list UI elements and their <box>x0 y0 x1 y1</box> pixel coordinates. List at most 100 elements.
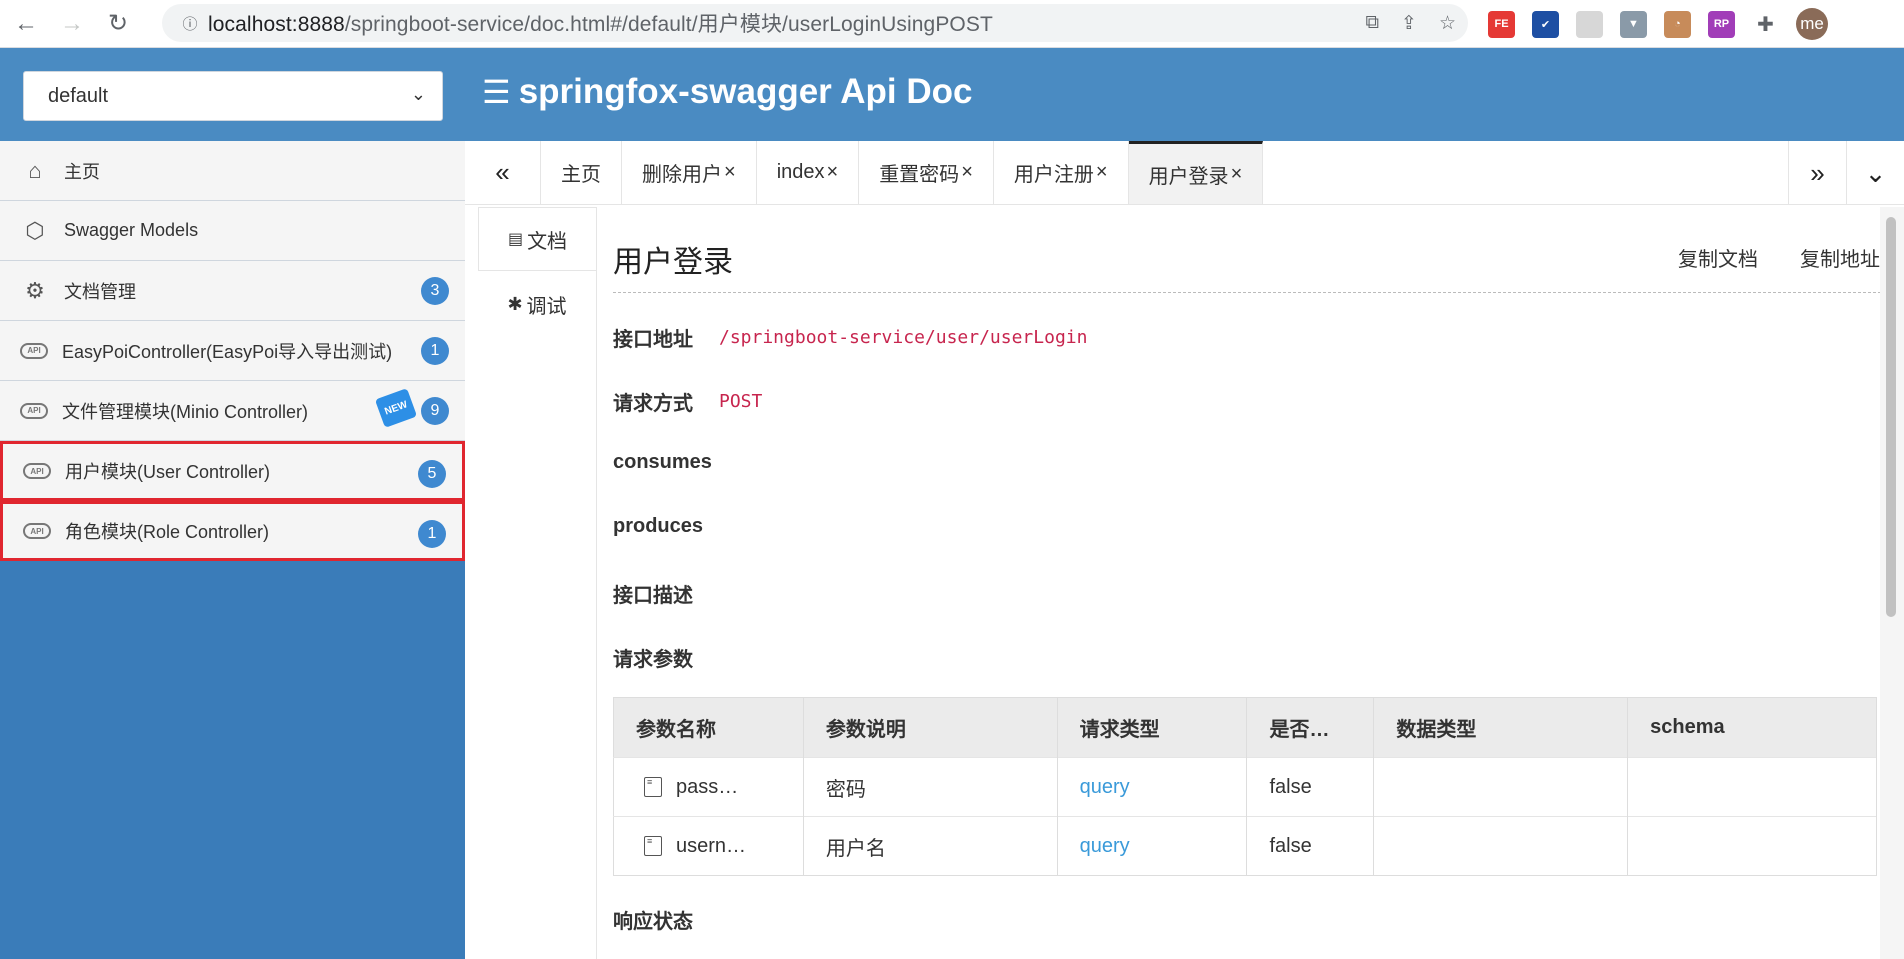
page-title: 用户登录 <box>613 246 733 279</box>
browser-toolbar: ← → ↻ ⓘ localhost:8888/springboot-servic… <box>0 0 1904 48</box>
new-badge: NEW <box>374 388 418 428</box>
table-row: ≡ pass… 密码 query false <box>613 757 1877 817</box>
rp-extension-icon[interactable]: RP <box>1708 10 1735 38</box>
table-cell: ≡ usern… <box>613 816 804 876</box>
table-cell <box>1627 816 1877 876</box>
api-doc-panel: 用户登录 复制文档 复制地址 接口地址 /springboot-service/… <box>596 207 1881 959</box>
address-bar[interactable]: ⓘ localhost:8888/springboot-service/doc.… <box>162 4 1468 42</box>
address-label: 接口地址 <box>613 329 693 351</box>
fe-extension-icon[interactable]: FE <box>1488 10 1515 38</box>
sidebar-item[interactable]: ⚙ 文档管理 3 <box>0 261 465 321</box>
menu-toggle-icon[interactable]: ☰ <box>482 73 511 111</box>
count-badge: 9 <box>421 397 449 425</box>
app-title: ☰ springfox-swagger Api Doc <box>482 72 973 111</box>
divider <box>613 292 1881 293</box>
vue-extension-icon[interactable]: ▼ <box>1620 10 1647 38</box>
api-cloud-icon: API <box>20 342 48 359</box>
tab-close-icon[interactable]: × <box>961 161 973 184</box>
count-badge: 1 <box>421 337 449 365</box>
param-doc-icon: ≡ <box>644 836 662 857</box>
profile-avatar[interactable]: me <box>1796 8 1828 40</box>
column-header[interactable]: 参数名称 <box>613 697 804 758</box>
chevron-down-icon: ⌄ <box>410 84 426 104</box>
sidebar-item[interactable]: API EasyPoiController(EasyPoi导入导出测试) 1 <box>0 321 465 381</box>
sidebar-item[interactable]: API 用户模块(User Controller) 5 <box>0 441 465 501</box>
table-cell[interactable]: query <box>1057 816 1248 876</box>
tab-close-icon[interactable]: × <box>1096 161 1108 184</box>
api-cloud-icon: API <box>23 523 51 539</box>
tab-label: 用户登录 <box>1148 165 1229 188</box>
method-row: 请求方式 POST <box>613 387 762 416</box>
table-cell <box>1373 816 1629 876</box>
tab-item[interactable]: 用户注册 × <box>994 141 1129 204</box>
sidebar-item-label: 用户模块(User Controller) <box>65 462 271 482</box>
tab-close-icon[interactable]: × <box>827 161 839 184</box>
tab-item[interactable]: index × <box>757 141 860 204</box>
site-info-icon[interactable]: ⓘ <box>172 13 208 34</box>
api-cloud-icon: API <box>23 463 51 479</box>
forward-icon[interactable]: → <box>52 4 92 44</box>
url-text[interactable]: localhost:8888/springboot-service/doc.ht… <box>208 8 993 38</box>
tabs-scroll-right-icon[interactable]: » <box>1788 141 1846 205</box>
sidebar-item-label: 文档管理 <box>64 281 136 302</box>
tab-close-icon[interactable]: × <box>1231 163 1243 186</box>
tab-label: 主页 <box>561 164 601 186</box>
translate-icon[interactable]: ⧉ <box>1365 12 1379 34</box>
doc-settings-icon: ⚙ <box>25 277 45 303</box>
tabs-menu-icon[interactable]: ⌄ <box>1846 141 1904 205</box>
sidebar-item[interactable]: ⬡ Swagger Models <box>0 201 465 261</box>
tab-item[interactable]: 删除用户 × <box>622 141 757 204</box>
produces-label: produces <box>613 515 704 537</box>
column-header[interactable]: schema <box>1627 697 1877 758</box>
extensions-puzzle-icon[interactable]: ✚ <box>1752 11 1779 38</box>
check-extension-icon[interactable]: ✔ <box>1532 10 1559 38</box>
sidebar-item-label: 角色模块(Role Controller) <box>65 522 270 542</box>
sidebar-item[interactable]: API 文件管理模块(Minio Controller) NEW 9 <box>0 381 465 441</box>
bookmark-star-icon[interactable]: ☆ <box>1439 12 1456 35</box>
group-select[interactable]: default ⌄ <box>23 71 443 121</box>
param-name: usern… <box>676 834 747 857</box>
scrollbar-thumb[interactable] <box>1886 217 1896 617</box>
table-cell: 用户名 <box>803 816 1058 876</box>
tab-debug[interactable]: ✱ 调试 <box>478 271 596 337</box>
tab-label: 用户注册 <box>1013 164 1094 186</box>
reload-icon[interactable]: ↻ <box>98 4 138 44</box>
table-cell <box>1373 757 1629 817</box>
tab-item[interactable]: 主页 <box>541 141 622 204</box>
column-header[interactable]: 请求类型 <box>1057 697 1248 758</box>
tab-label: 删除用户 <box>642 164 722 186</box>
sidebar-item[interactable]: API 角色模块(Role Controller) 1 <box>0 501 465 561</box>
gray-extension-icon[interactable] <box>1576 10 1603 38</box>
params-table: 参数名称 参数说明 请求类型 是否… 数据类型 schema ≡ pass… 密码 query f… <box>613 697 1877 876</box>
sidebar-item-label: EasyPoiController(EasyPoi导入导出测试) <box>62 341 393 362</box>
tab-label: 重置密码 <box>879 164 960 186</box>
content-scrollbar[interactable] <box>1880 207 1904 959</box>
count-badge: 5 <box>418 460 446 488</box>
tabs-scroll-left-icon[interactable]: « <box>465 141 541 204</box>
copy-url-button[interactable]: 复制地址 <box>1800 243 1880 272</box>
column-header[interactable]: 是否… <box>1246 697 1375 758</box>
tab-item[interactable]: 用户登录 × <box>1128 141 1264 204</box>
column-header[interactable]: 数据类型 <box>1373 697 1629 758</box>
table-cell[interactable]: query <box>1057 757 1248 817</box>
share-icon[interactable]: ⇪ <box>1401 12 1417 35</box>
sidebar-item-label: 主页 <box>64 161 100 182</box>
glasses-extension-icon[interactable]: ◔ <box>1664 10 1691 38</box>
home-icon: ⌂ <box>28 157 42 183</box>
tab-doc[interactable]: ▤ 文档 <box>478 207 596 271</box>
param-name: pass… <box>676 775 739 798</box>
column-header[interactable]: 参数说明 <box>803 697 1058 758</box>
tab-close-icon[interactable]: × <box>724 161 736 184</box>
table-cell: false <box>1246 816 1375 876</box>
params-label: 请求参数 <box>613 649 693 671</box>
sidebar-item-label: 文件管理模块(Minio Controller) <box>62 401 309 422</box>
app-header: default ⌄ ☰ springfox-swagger Api Doc <box>0 48 1904 141</box>
consumes-label: consumes <box>613 451 712 473</box>
table-cell <box>1627 757 1877 817</box>
copy-doc-button[interactable]: 复制文档 <box>1678 243 1758 272</box>
tab-item[interactable]: 重置密码 × <box>859 141 994 204</box>
document-icon: ▤ <box>507 231 524 248</box>
back-icon[interactable]: ← <box>6 4 46 44</box>
response-label: 响应状态 <box>613 911 693 933</box>
sidebar-item[interactable]: ⌂ 主页 <box>0 141 465 201</box>
